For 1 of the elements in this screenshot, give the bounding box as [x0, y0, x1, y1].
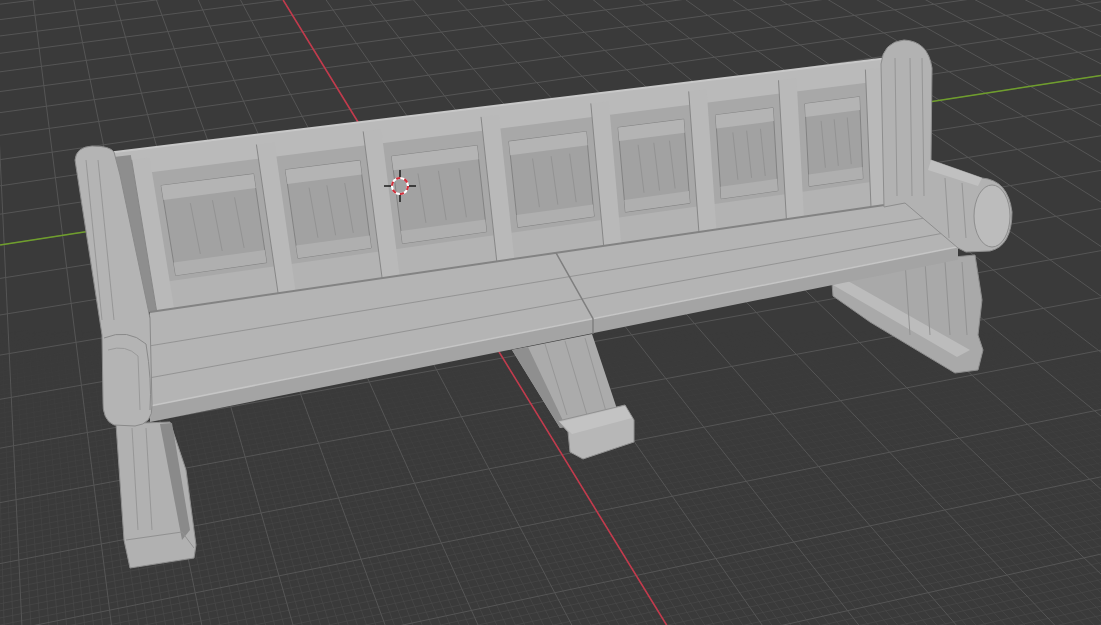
crosshair-icon — [383, 169, 417, 203]
